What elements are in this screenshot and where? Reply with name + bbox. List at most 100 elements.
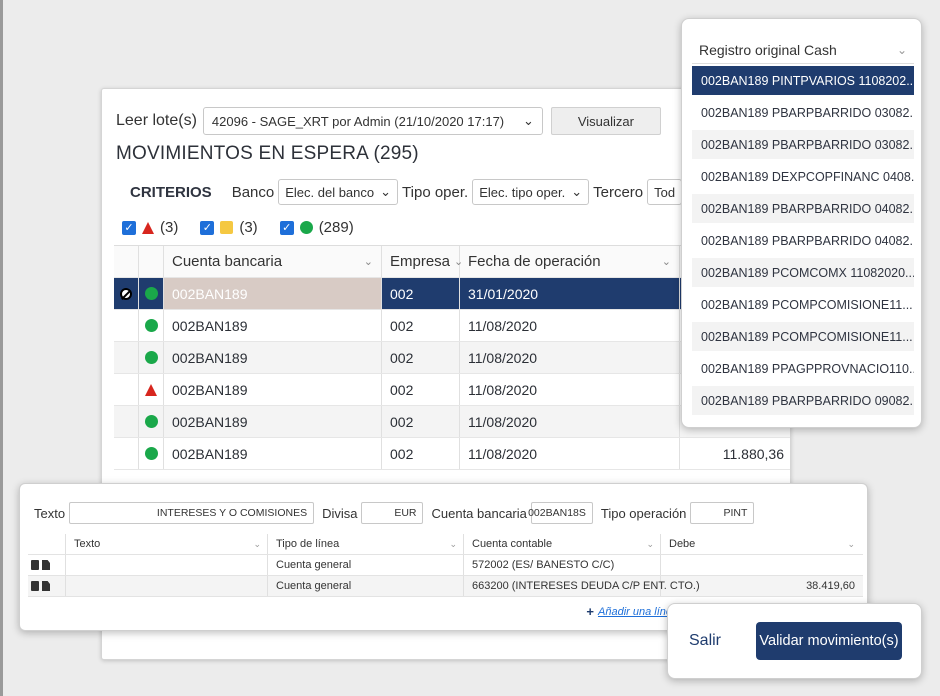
cell-empresa[interactable]: 002 — [382, 438, 460, 469]
cuenta-bancaria-label: Cuenta bancaria — [431, 505, 527, 521]
criterios-label: CRITERIOS — [130, 183, 212, 201]
checkbox-error-filter[interactable]: ✓ — [122, 220, 136, 235]
cell-importe[interactable]: 11.880,36 — [680, 438, 790, 469]
checkbox-warning-filter[interactable]: ✓ — [200, 220, 215, 235]
table-row[interactable]: 002BAN189 002 11/08/2020 11.880,36 — [114, 438, 790, 470]
cell-texto[interactable] — [66, 555, 268, 575]
chevron-down-icon: ⌄ — [380, 184, 392, 199]
cell-cuenta[interactable]: 002BAN189 — [164, 342, 382, 373]
legend-warning: ✓ (3) — [200, 219, 258, 236]
dropdown-option[interactable]: 002BAN189 PBARPBARRIDO 04082... — [692, 226, 914, 255]
tercero-select[interactable]: Tod — [647, 179, 683, 205]
tipo-oper-select-value: Elec. tipo oper. — [479, 184, 566, 200]
lote-select[interactable]: 42096 - SAGE_XRT por Admin (21/10/2020 1… — [202, 107, 543, 135]
chevron-down-icon: ⌄ — [896, 42, 907, 57]
dropdown-header[interactable]: Registro original Cash ⌄ — [692, 36, 914, 64]
dropdown-option[interactable]: 002BAN189 PBARPBARRIDO 09082... — [692, 386, 914, 415]
cell-debe[interactable] — [661, 555, 861, 575]
header-debe[interactable]: Debe ⌄ — [661, 534, 861, 554]
row-status-cell — [139, 342, 164, 373]
cell-fecha[interactable]: 11/08/2020 — [460, 342, 680, 373]
row-status-cell — [139, 374, 164, 405]
dropdown-option[interactable]: 002BAN189 DEXPCOPFINANC 0408... — [692, 162, 914, 191]
red-triangle-icon — [145, 383, 157, 396]
header-empresa[interactable]: Empresa ⌄ — [382, 246, 463, 277]
trash-icon[interactable] — [31, 581, 39, 591]
error-count: (3) — [160, 219, 179, 236]
tercero-select-value: Tod — [654, 184, 676, 200]
row-status-cell — [139, 406, 164, 437]
green-dot-icon — [144, 447, 158, 460]
tipo-operacion-field[interactable]: PINT — [690, 502, 755, 524]
page-title: MOVIMIENTOS EN ESPERA (295) — [116, 143, 419, 164]
dropdown-option[interactable]: 002BAN189 PINTPVARIOS 1108202... — [692, 66, 914, 95]
header-cuenta-contable[interactable]: Cuenta contable ⌄ — [464, 534, 661, 554]
row-icon-cell — [114, 342, 139, 373]
chevron-down-icon: ⌄ — [661, 256, 671, 268]
red-triangle-icon — [142, 221, 154, 234]
table-row[interactable]: Cuenta general 572002 (ES/ BANESTO C/C) — [28, 555, 863, 576]
header-fecha[interactable]: Fecha de operación ⌄ — [460, 246, 680, 277]
document-icon[interactable] — [42, 560, 50, 570]
cell-tipo-linea[interactable]: Cuenta general — [268, 555, 464, 575]
dropdown-option[interactable]: 002BAN189 PBARPBARRIDO 04082... — [692, 194, 914, 223]
tipo-oper-select[interactable]: Elec. tipo oper. ⌄ — [472, 179, 590, 205]
cell-empresa[interactable]: 002 — [382, 310, 460, 341]
row-icon-cell — [114, 374, 139, 405]
add-line-link[interactable]: + Añadir una líne — [586, 604, 672, 619]
row-status-cell — [139, 438, 164, 469]
table-row[interactable]: Cuenta general 663200 (INTERESES DEUDA C… — [28, 576, 863, 597]
cell-cuenta[interactable]: 002BAN189 — [164, 406, 382, 437]
cell-texto[interactable] — [66, 576, 268, 596]
dropdown-option[interactable]: 002BAN189 PBARPBARRIDO 03082... — [692, 130, 914, 159]
dropdown-option[interactable]: 002BAN189 PCOMPCOMISIONE11... — [692, 322, 914, 351]
checkbox-ok-filter[interactable]: ✓ — [279, 220, 294, 235]
cell-cuenta[interactable]: 002BAN189 — [164, 438, 382, 469]
row-icon-cell — [114, 310, 139, 341]
row-cancel-cell[interactable] — [114, 278, 139, 309]
validar-movimientos-button[interactable]: Validar movimiento(s) — [756, 622, 902, 660]
banco-select[interactable]: Elec. del banco ⌄ — [278, 179, 399, 205]
cell-empresa[interactable]: 002 — [382, 278, 460, 309]
header-texto[interactable]: Texto ⌄ — [66, 534, 268, 554]
dropdown-option[interactable]: 002BAN189 PBARPBARRIDO 03082... — [692, 98, 914, 127]
cell-empresa[interactable]: 002 — [382, 374, 460, 405]
green-dot-icon — [299, 221, 313, 234]
header-cuenta-bancaria[interactable]: Cuenta bancaria ⌄ — [164, 246, 382, 277]
header-tipo-linea-label: Tipo de línea — [276, 538, 340, 550]
cell-cuenta[interactable]: 002BAN189 — [164, 374, 382, 405]
cancel-icon[interactable] — [120, 287, 132, 300]
cell-cuenta-contable[interactable]: 572002 (ES/ BANESTO C/C) — [464, 555, 661, 575]
lote-selected-value: 42096 - SAGE_XRT por Admin (21/10/2020 1… — [211, 113, 505, 129]
tipo-operacion-label: Tipo operación — [600, 505, 687, 521]
cell-tipo-linea[interactable]: Cuenta general — [268, 576, 464, 596]
header-tipo-linea[interactable]: Tipo de línea ⌄ — [268, 534, 464, 554]
texto-field[interactable]: INTERESES Y O COMISIONES — [69, 502, 315, 524]
cell-empresa[interactable]: 002 — [382, 342, 460, 373]
salir-button[interactable]: Salir — [689, 632, 721, 650]
cuenta-bancaria-field[interactable]: 002BAN18S — [528, 502, 593, 524]
trash-icon[interactable] — [31, 560, 39, 570]
cell-fecha[interactable]: 11/08/2020 — [460, 438, 680, 469]
dropdown-option[interactable]: 002BAN189 PCOMPCOMISIONE11... — [692, 290, 914, 319]
ok-count: (289) — [318, 219, 354, 236]
dropdown-option[interactable]: 002BAN189 PPAGPPROVNACIO110... — [692, 354, 914, 383]
cell-debe[interactable]: 38.419,60 — [661, 576, 861, 596]
header-fecha-label: Fecha de operación — [468, 253, 601, 270]
cell-fecha[interactable]: 31/01/2020 — [460, 278, 680, 309]
cell-fecha[interactable]: 11/08/2020 — [460, 374, 680, 405]
cell-cuenta-contable[interactable]: 663200 (INTERESES DEUDA C/P ENT. CTO.) — [464, 576, 700, 596]
divisa-field[interactable]: EUR — [361, 502, 424, 524]
dropdown-option[interactable]: 002BAN189 PCOMCOMX 11082020... — [692, 258, 914, 287]
cell-cuenta[interactable]: 002BAN189 — [164, 278, 382, 309]
cell-fecha[interactable]: 11/08/2020 — [460, 310, 680, 341]
tipo-oper-label: Tipo oper. — [402, 183, 469, 201]
cell-empresa[interactable]: 002 — [382, 406, 460, 437]
divisa-label: Divisa — [322, 505, 358, 521]
plus-icon: + — [586, 604, 594, 619]
cell-cuenta[interactable]: 002BAN189 — [164, 310, 382, 341]
cell-fecha[interactable]: 11/08/2020 — [460, 406, 680, 437]
row-actions — [28, 555, 66, 575]
document-icon[interactable] — [42, 581, 50, 591]
visualizar-button[interactable]: Visualizar — [550, 107, 661, 135]
